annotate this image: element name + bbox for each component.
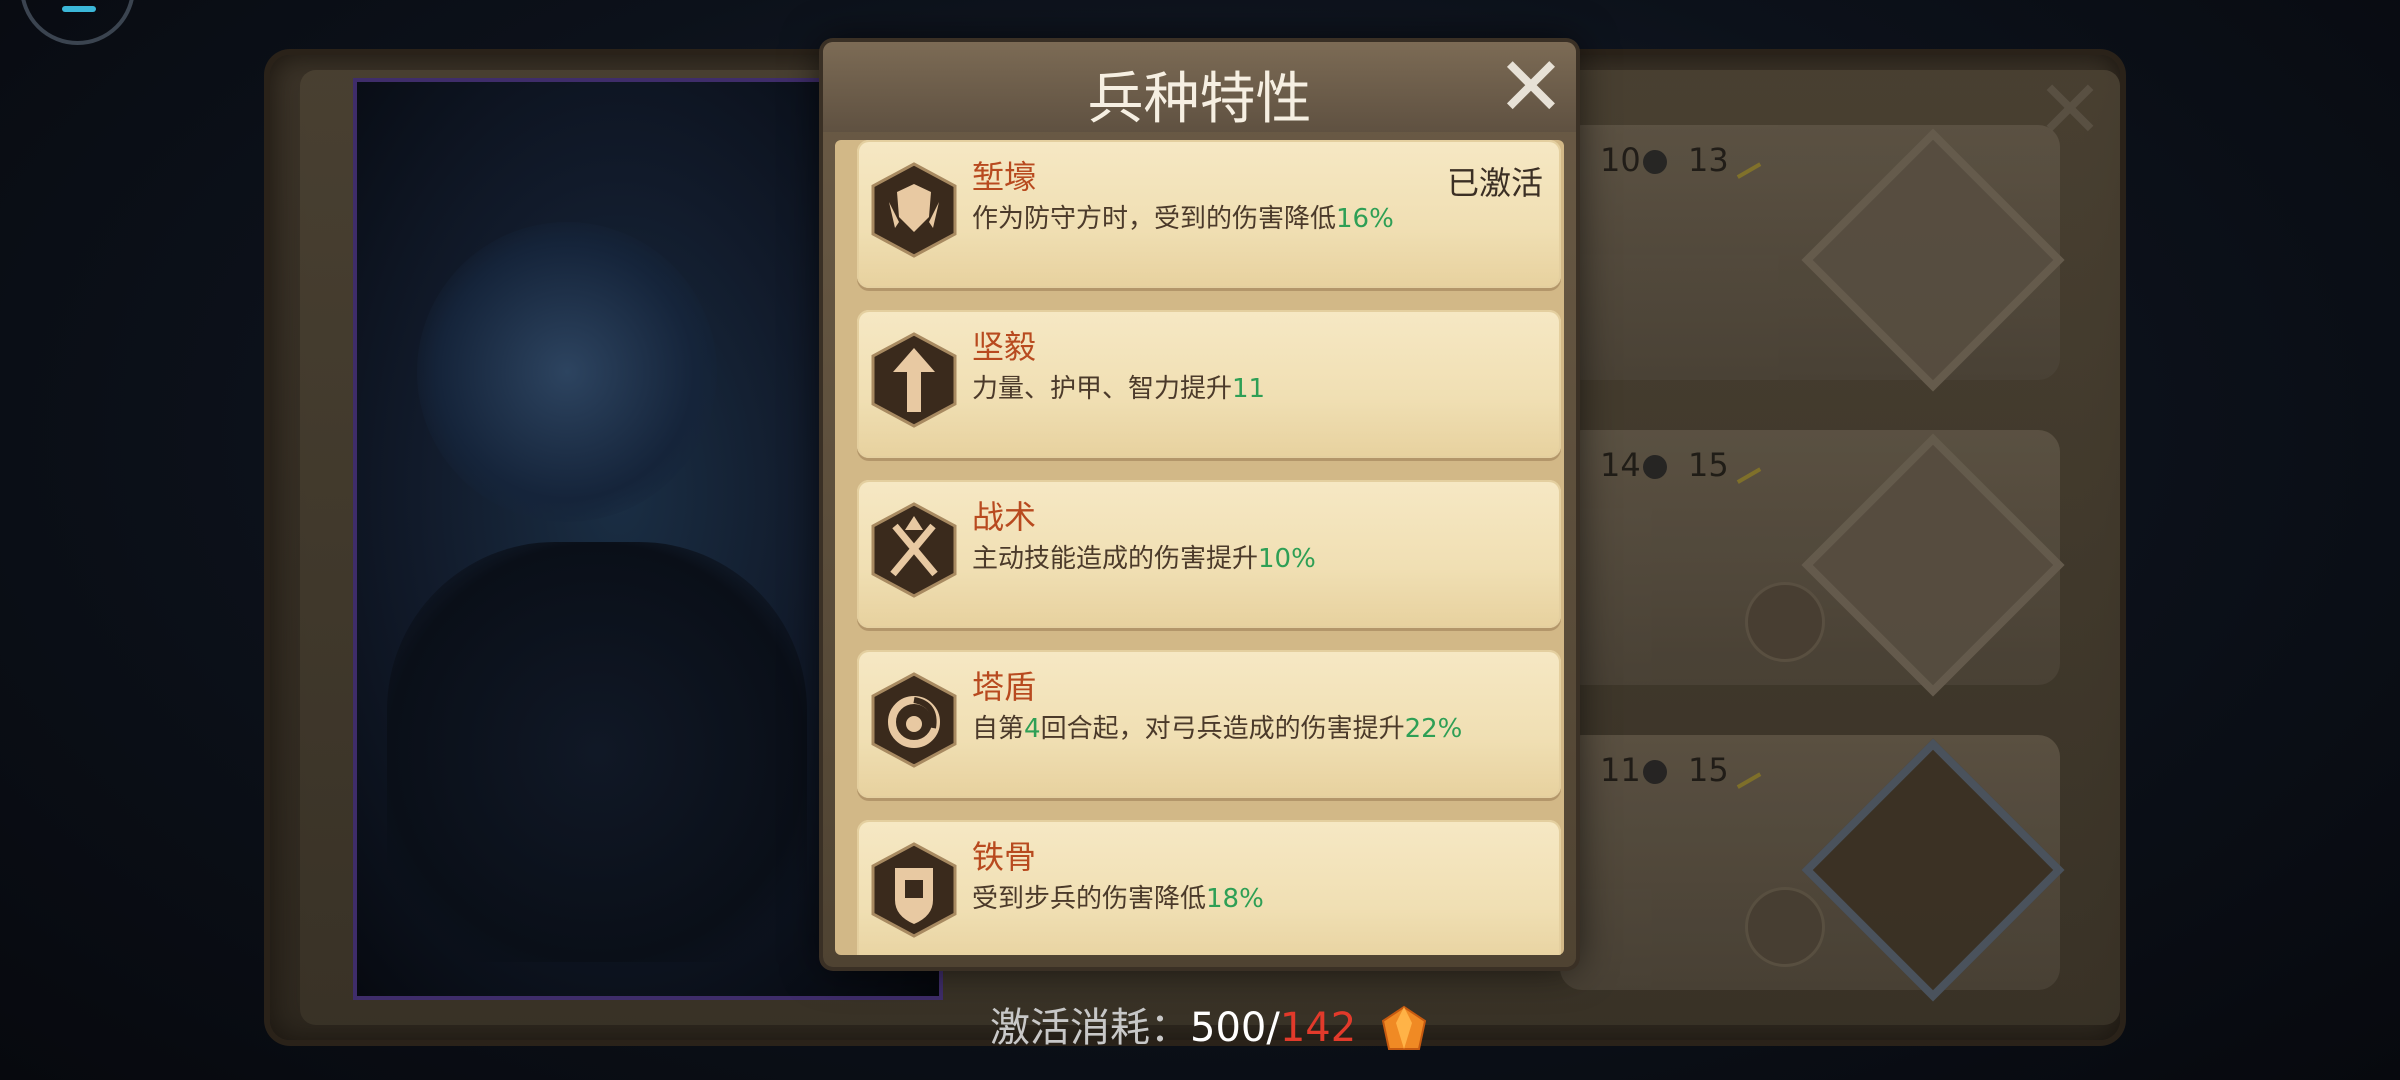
lock-icon bbox=[1745, 582, 1825, 662]
activation-cost: 激活消耗：500/142 bbox=[990, 995, 1429, 1055]
troop-card-stat-a: 11 bbox=[1600, 751, 1667, 789]
shield-wings-icon bbox=[871, 162, 957, 258]
cost-label: 激活消耗： bbox=[990, 1005, 1190, 1051]
ore-icon bbox=[1642, 150, 1667, 174]
trait-item[interactable]: 坚毅 力量、护甲、智力提升11 bbox=[857, 310, 1561, 458]
troop-card-stat-b: 15 bbox=[1688, 751, 1761, 789]
cost-required: 142 bbox=[1279, 1005, 1357, 1051]
modal-title: 兵种特性 bbox=[1087, 67, 1312, 132]
feather-icon bbox=[1726, 755, 1761, 789]
cost-separator: / bbox=[1266, 1005, 1280, 1051]
troop-card-2[interactable]: 14 15 bbox=[1560, 430, 2065, 697]
trait-list[interactable]: 堑壕 作为防守方时，受到的伤害降低16% 已激活 坚毅 力量、护甲、智力提升11… bbox=[835, 140, 1564, 955]
trait-description: 作为防守方时，受到的伤害降低16% bbox=[972, 204, 1394, 234]
swirl-icon bbox=[871, 672, 957, 768]
ore-icon bbox=[1642, 760, 1667, 784]
trait-item[interactable]: 铁骨 受到步兵的伤害降低18% bbox=[857, 820, 1561, 955]
ore-icon bbox=[1642, 455, 1667, 479]
trait-name: 铁骨 bbox=[972, 838, 1037, 876]
trait-name: 塔盾 bbox=[972, 668, 1037, 706]
trait-description: 受到步兵的伤害降低18% bbox=[972, 884, 1264, 914]
troop-card-stat-a: 10 bbox=[1600, 141, 1667, 179]
trait-name: 坚毅 bbox=[972, 328, 1037, 366]
trait-item[interactable]: 堑壕 作为防守方时，受到的伤害降低16% 已激活 bbox=[857, 140, 1561, 288]
troop-card-3[interactable]: 11 15 bbox=[1560, 735, 2065, 1002]
sword-up-icon bbox=[871, 332, 957, 428]
trait-name: 堑壕 bbox=[972, 158, 1037, 196]
orange-gem-icon bbox=[1381, 1005, 1427, 1050]
troop-emblem-chained-icon bbox=[1801, 433, 2065, 697]
activated-badge: 已激活 bbox=[1446, 164, 1543, 202]
cost-current: 500 bbox=[1190, 1005, 1267, 1051]
shield-wings-small-icon bbox=[1745, 887, 1825, 967]
trait-description: 主动技能造成的伤害提升10% bbox=[972, 544, 1316, 574]
troop-emblem-active-icon bbox=[1801, 738, 2065, 1002]
troop-card-1[interactable]: 10 13 bbox=[1560, 125, 2065, 392]
tower-shield-icon bbox=[871, 842, 957, 938]
troop-traits-modal: 兵种特性 ✕ 堑壕 作为防守方时，受到的伤害降低16% 已激活 坚毅 力量、护甲… bbox=[823, 42, 1576, 967]
troop-emblem-icon bbox=[1801, 128, 2065, 392]
trait-description: 自第4回合起，对弓兵造成的伤害提升22% bbox=[972, 714, 1463, 744]
trait-name: 战术 bbox=[972, 498, 1037, 536]
trait-description: 力量、护甲、智力提升11 bbox=[972, 374, 1266, 404]
trait-item[interactable]: 战术 主动技能造成的伤害提升10% bbox=[857, 480, 1561, 628]
troop-card-stat-a: 14 bbox=[1600, 446, 1667, 484]
feather-icon bbox=[1726, 450, 1761, 484]
feather-icon bbox=[1726, 145, 1761, 179]
troop-card-stat-b: 15 bbox=[1688, 446, 1761, 484]
close-icon[interactable]: ✕ bbox=[1495, 47, 1567, 129]
trait-item[interactable]: 塔盾 自第4回合起，对弓兵造成的伤害提升22% bbox=[857, 650, 1561, 798]
troop-card-stat-b: 13 bbox=[1688, 141, 1761, 179]
crossed-swords-icon bbox=[871, 502, 957, 598]
